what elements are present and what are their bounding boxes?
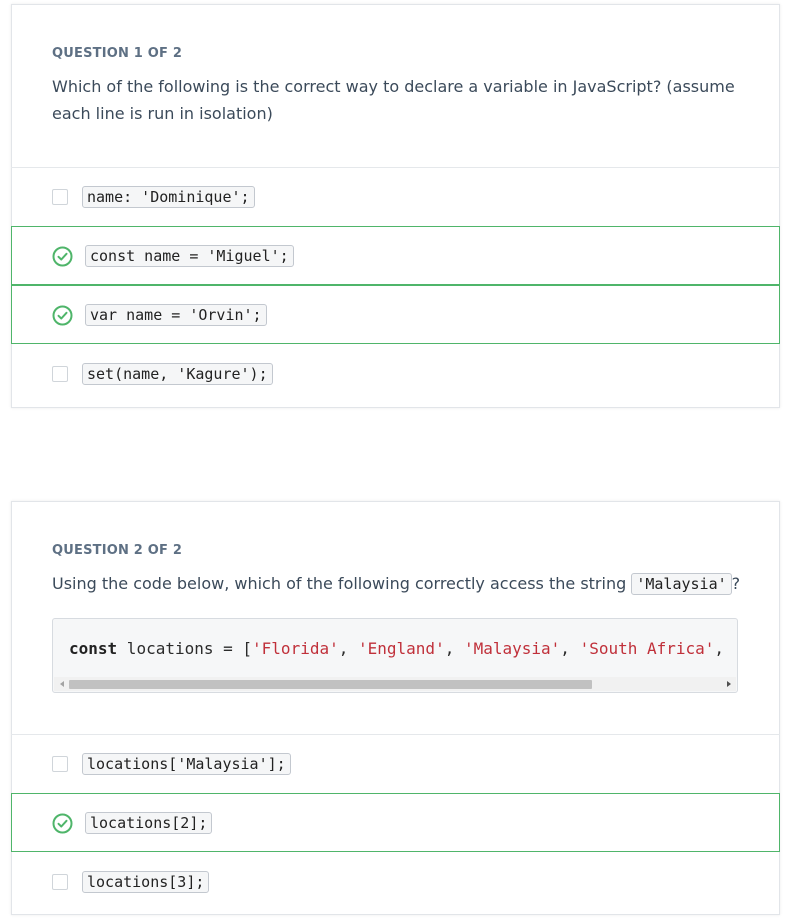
prompt-suffix: ? <box>731 574 741 593</box>
code-separator: , <box>444 639 464 658</box>
code-string: 'South Africa' <box>579 639 715 658</box>
question-card-2: QUESTION 2 OF 2 Using the code below, wh… <box>11 501 780 915</box>
check-circle-icon <box>52 305 73 326</box>
code-separator: , <box>714 639 734 658</box>
scroll-right-arrow-icon[interactable] <box>727 681 731 687</box>
code-block[interactable]: const locations = ['Florida', 'England',… <box>52 618 738 693</box>
checkbox-empty-icon[interactable] <box>52 189 68 205</box>
code-string: 'England' <box>358 639 445 658</box>
code-separator: , <box>560 639 580 658</box>
code-string: ' <box>734 639 737 658</box>
answer-option-correct[interactable]: locations[2]; <box>11 793 780 852</box>
check-circle-icon <box>52 813 73 834</box>
answer-code: name: 'Dominique'; <box>82 186 255 208</box>
answer-option[interactable]: name: 'Dominique'; <box>11 167 780 226</box>
answer-option[interactable]: locations[3]; <box>11 852 780 911</box>
answer-code: locations[2]; <box>85 812 213 834</box>
prompt-text: Using the code below, which of the follo… <box>52 574 632 593</box>
answer-list: name: 'Dominique'; const name = 'Miguel'… <box>11 167 780 403</box>
scroll-thumb[interactable] <box>69 680 592 689</box>
question-number: QUESTION 1 OF 2 <box>52 46 183 61</box>
code-string: 'Malaysia' <box>463 639 561 658</box>
answer-option-correct[interactable]: var name = 'Orvin'; <box>11 285 780 344</box>
question-prompt: Which of the following is the correct wa… <box>52 77 735 123</box>
question-card-1: QUESTION 1 OF 2 Which of the following i… <box>11 4 780 408</box>
code-keyword: const <box>69 639 118 658</box>
checkbox-empty-icon[interactable] <box>52 366 68 382</box>
answer-option[interactable]: set(name, 'Kagure'); <box>11 344 780 403</box>
code-string: 'Florida' <box>252 639 339 658</box>
question-number: QUESTION 2 OF 2 <box>52 543 183 558</box>
answer-code: const name = 'Miguel'; <box>85 245 294 267</box>
question-prompt: Using the code below, which of the follo… <box>52 570 742 597</box>
horizontal-scrollbar[interactable] <box>54 677 736 691</box>
check-circle-icon <box>52 246 73 267</box>
answer-option[interactable]: locations['Malaysia']; <box>11 734 780 793</box>
answer-code: locations[3]; <box>82 871 210 893</box>
answer-list: locations['Malaysia']; locations[2]; loc… <box>11 734 780 911</box>
answer-code: locations['Malaysia']; <box>82 753 291 775</box>
prompt-code: 'Malaysia' <box>631 573 732 595</box>
code-identifier: locations = [ <box>117 639 253 658</box>
answer-option-correct[interactable]: const name = 'Miguel'; <box>11 226 780 285</box>
answer-code: var name = 'Orvin'; <box>85 304 267 326</box>
answer-code: set(name, 'Kagure'); <box>82 363 273 385</box>
checkbox-empty-icon[interactable] <box>52 756 68 772</box>
scroll-left-arrow-icon[interactable] <box>60 681 64 687</box>
checkbox-empty-icon[interactable] <box>52 874 68 890</box>
code-separator: , <box>338 639 358 658</box>
code-line: const locations = ['Florida', 'England',… <box>69 639 737 658</box>
